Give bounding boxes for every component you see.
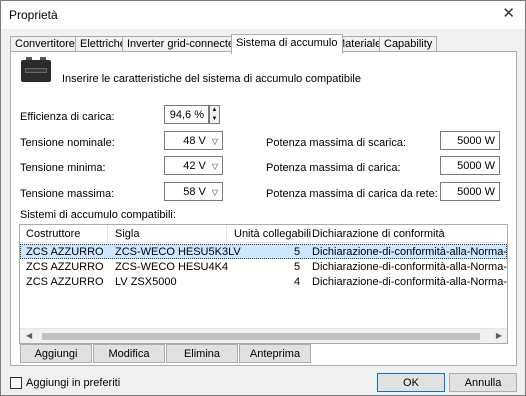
- potenza-carica-label: Potenza massima di carica:: [266, 162, 401, 174]
- potenza-rete-input[interactable]: 5000 W: [440, 182, 500, 201]
- table-header: Costruttore Sigla Unità collegabili Dich…: [20, 225, 507, 243]
- tensione-nominale-select[interactable]: 48 V ▽: [164, 131, 223, 150]
- title-bar: Proprietà ✕: [1, 1, 525, 29]
- close-icon[interactable]: ✕: [502, 6, 515, 22]
- cell-costruttore: ZCS AZZURRO: [26, 276, 104, 288]
- battery-icon: [21, 57, 51, 82]
- horizontal-scrollbar[interactable]: ◀ ▶: [20, 328, 507, 343]
- preferiti-label: Aggiungi in preferiti: [26, 377, 121, 389]
- chevron-down-icon: ▽: [211, 137, 218, 146]
- tensione-minima-label: Tensione minima:: [20, 162, 106, 174]
- ok-button[interactable]: OK: [377, 373, 445, 392]
- table-row[interactable]: ZCS AZZURRO LV ZSX5000 4 Dichiarazione-d…: [20, 275, 507, 290]
- column-header[interactable]: Costruttore: [26, 228, 80, 240]
- properties-dialog: Proprietà ✕ Convertitore Elettriche Inve…: [0, 0, 526, 396]
- compat-table[interactable]: Costruttore Sigla Unità collegabili Dich…: [19, 224, 508, 344]
- annulla-button[interactable]: Annulla: [449, 373, 517, 392]
- cell-unita: 5: [294, 246, 301, 258]
- efficienza-spinner[interactable]: ▲ ▼: [209, 105, 220, 124]
- chevron-down-icon: ▽: [211, 188, 218, 197]
- tab-panel: Inserire le caratteristiche del sistema …: [10, 51, 517, 366]
- tensione-minima-select[interactable]: 42 V ▽: [164, 156, 223, 175]
- tensione-massima-select[interactable]: 58 V ▽: [164, 182, 223, 201]
- tensione-minima-value: 42 V: [183, 160, 206, 172]
- tab-inverter-grid-connected[interactable]: Inverter grid-connected: [122, 36, 246, 52]
- chevron-down-icon: ▽: [211, 162, 218, 171]
- scroll-right-icon[interactable]: ▶: [496, 331, 502, 340]
- preferiti-checkbox[interactable]: [10, 377, 22, 389]
- window-title: Proprietà: [9, 8, 58, 22]
- table-row[interactable]: ZCS AZZURRO ZCS-WECO HESU4K4 5 Dichiaraz…: [20, 260, 507, 275]
- tensione-massima-value: 58 V: [183, 186, 206, 198]
- cell-dichiarazione: Dichiarazione-di-conformità-alla-Norma-C…: [312, 261, 508, 273]
- table-row[interactable]: ZCS AZZURRO ZCS-WECO HESU5K3LV 5 Dichiar…: [20, 244, 507, 259]
- anteprima-button[interactable]: Anteprima: [239, 344, 311, 363]
- spin-up-icon[interactable]: ▲: [210, 106, 219, 115]
- intro-text: Inserire le caratteristiche del sistema …: [62, 73, 361, 85]
- tensione-nominale-label: Tensione nominale:: [20, 137, 115, 149]
- cell-sigla: ZCS-WECO HESU4K4: [115, 261, 229, 273]
- cell-dichiarazione: Dichiarazione-di-conformità-alla-Norma-C…: [312, 276, 508, 288]
- cell-sigla: ZCS-WECO HESU5K3LV: [115, 246, 241, 258]
- column-header[interactable]: Dichiarazione di conformità: [312, 228, 445, 240]
- tab-convertitore[interactable]: Convertitore: [10, 36, 80, 52]
- potenza-rete-label: Potenza massima di carica da rete:: [266, 188, 438, 200]
- potenza-carica-input[interactable]: 5000 W: [440, 156, 500, 175]
- tensione-nominale-value: 48 V: [183, 135, 206, 147]
- cell-sigla: LV ZSX5000: [115, 276, 177, 288]
- tensione-massima-label: Tensione massima:: [20, 188, 115, 200]
- compat-list-label: Sistemi di accumulo compatibili:: [20, 209, 176, 221]
- column-header[interactable]: Unità collegabili: [234, 228, 311, 240]
- tab-sistema-di-accumulo[interactable]: Sistema di accumulo: [231, 34, 343, 54]
- efficienza-input[interactable]: 94,6 %: [164, 105, 209, 124]
- potenza-scarica-input[interactable]: 5000 W: [440, 131, 500, 150]
- cell-unita: 4: [294, 276, 301, 288]
- scroll-left-icon[interactable]: ◀: [26, 331, 32, 340]
- elimina-button[interactable]: Elimina: [166, 344, 238, 363]
- column-header[interactable]: Sigla: [115, 228, 139, 240]
- tab-capability[interactable]: Capability: [379, 36, 438, 52]
- aggiungi-button[interactable]: Aggiungi: [20, 344, 92, 363]
- spin-down-icon[interactable]: ▼: [210, 115, 219, 124]
- potenza-scarica-label: Potenza massima di scarica:: [266, 137, 406, 149]
- cell-costruttore: ZCS AZZURRO: [26, 246, 104, 258]
- cell-dichiarazione: Dichiarazione-di-conformità-alla-Norma-C…: [312, 246, 508, 258]
- efficienza-label: Efficienza di carica:: [20, 111, 115, 123]
- modifica-button[interactable]: Modifica: [93, 344, 165, 363]
- cell-costruttore: ZCS AZZURRO: [26, 261, 104, 273]
- scrollbar-thumb[interactable]: [42, 333, 480, 340]
- cell-unita: 5: [294, 261, 301, 273]
